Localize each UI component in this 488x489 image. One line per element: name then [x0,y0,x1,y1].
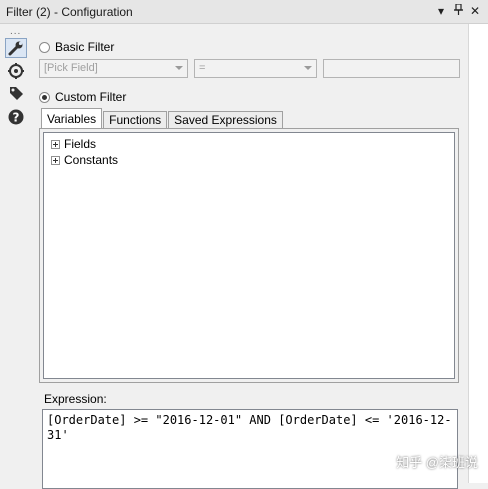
custom-filter-label[interactable]: Custom Filter [55,90,126,104]
field-select[interactable]: [Pick Field] [39,59,188,78]
tree-item-constants[interactable]: Constants [51,153,118,167]
custom-filter-radio[interactable] [39,91,50,103]
variables-tree[interactable]: Fields Constants [43,132,455,379]
expression-tabs: Variables Functions Saved Expressions [41,108,284,128]
panel-title: Filter (2) - Configuration [6,5,133,19]
right-edge-strip [468,24,488,483]
question-icon[interactable]: ? [5,107,27,127]
close-icon[interactable]: ✕ [470,3,480,19]
tag-icon[interactable] [5,83,27,103]
grip-handle[interactable]: ... [10,26,21,37]
variables-panel: Fields Constants [39,128,459,383]
basic-filter-label[interactable]: Basic Filter [55,40,114,54]
tab-variables[interactable]: Variables [41,108,103,128]
basic-filter-radio[interactable] [39,41,50,53]
pin-icon[interactable] [453,3,463,19]
tab-saved-expressions[interactable]: Saved Expressions [168,111,283,128]
chevron-down-icon [175,66,183,70]
basic-filter-option[interactable]: Basic Filter [39,40,114,54]
wrench-icon[interactable] [5,38,27,58]
custom-filter-option[interactable]: Custom Filter [39,90,126,104]
watermark: 知乎 @柒班说 [396,455,478,470]
expression-editor[interactable]: [OrderDate] >= "2016-12-01" AND [OrderDa… [42,409,458,489]
value-input[interactable] [323,59,460,78]
config-sidebar: ... ? [0,24,32,483]
expand-plus-icon[interactable] [51,155,60,165]
svg-text:?: ? [13,111,20,125]
dropdown-icon[interactable]: ▾ [436,3,446,19]
chevron-down-icon [304,66,312,70]
target-icon[interactable] [5,61,27,81]
configuration-main: Basic Filter [Pick Field] = Custom Filte… [32,24,468,489]
tab-functions[interactable]: Functions [103,111,168,128]
tree-item-label: Constants [64,153,119,167]
operator-select-value: = [199,62,206,74]
panel-title-bar: Filter (2) - Configuration ▾ ✕ [0,0,488,24]
tree-item-fields[interactable]: Fields [51,137,96,151]
expand-plus-icon[interactable] [51,139,60,149]
tree-item-label: Fields [64,137,97,151]
expression-label: Expression: [44,392,107,406]
operator-select[interactable]: = [194,59,317,78]
field-select-value: [Pick Field] [44,62,98,74]
